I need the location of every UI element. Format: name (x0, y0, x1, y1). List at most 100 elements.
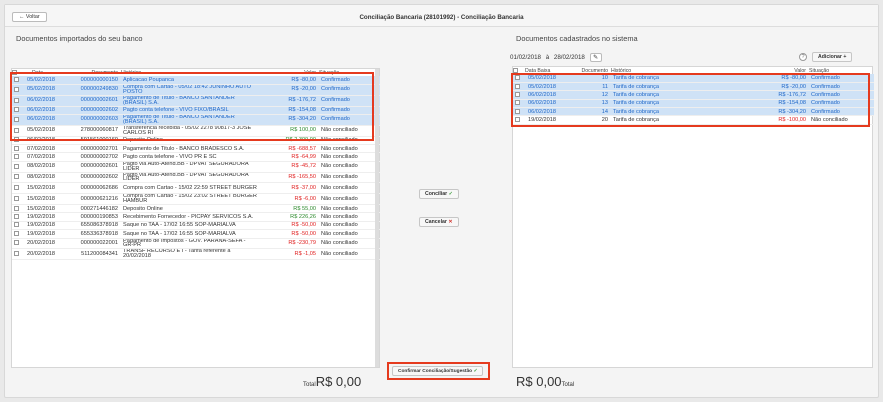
table-row[interactable]: 19/02/2018 20 Tarifa de cobrança R$ -100,00… (513, 115, 874, 125)
row-history: Tarifa de cobrança (611, 82, 761, 92)
row-checkbox[interactable] (14, 163, 19, 169)
row-checkbox[interactable] (515, 108, 520, 114)
row-document: 655086378918 (66, 221, 121, 231)
table-row[interactable]: 06/02/2018 14 Tarifa de cobrança R$ -304,20… (513, 107, 874, 117)
table-row[interactable]: 08/02/2018 000000002602 Pagto via Auto-Ate… (12, 172, 380, 184)
date-to[interactable]: 28/02/2018 (554, 54, 585, 61)
row-date: 06/02/2018 (24, 136, 66, 145)
row-checkbox[interactable] (515, 83, 520, 89)
table-row[interactable]: 20/02/2018 511200084341 TRANSF RECURSO E I… (12, 248, 380, 261)
row-checkbox[interactable] (14, 97, 19, 103)
table-row[interactable]: 15/02/2018 000271446182 Deposito Online R$ … (12, 204, 380, 214)
column-header[interactable]: Data Baixa (525, 67, 565, 74)
row-checkbox[interactable] (515, 100, 520, 106)
table-row[interactable]: 06/02/2018 13 Tarifa de cobrança R$ -154,08… (513, 99, 874, 109)
table-row[interactable]: 19/02/2018 000000190853 Recebimento Fornec… (12, 212, 380, 222)
row-document: 278000060817 (66, 125, 121, 137)
row-history: Deposito Online (121, 136, 257, 145)
row-checkbox[interactable] (14, 185, 19, 191)
conciliar-button[interactable]: Conciliar ✓ (419, 189, 460, 199)
column-header[interactable]: Histórico (611, 67, 761, 74)
table-row[interactable]: 05/02/2018 000000000150 Aplicacao Poupanca… (12, 76, 380, 85)
table-row[interactable]: 15/02/2018 000000621216 Compra com Cartao … (12, 193, 380, 205)
row-checkbox[interactable] (515, 117, 520, 123)
table-row[interactable]: 07/02/2018 000000002701 Pagamento de Titul… (12, 144, 380, 154)
row-checkbox[interactable] (14, 154, 19, 160)
row-checkbox[interactable] (14, 251, 19, 257)
row-history: Pagamento de Titulo - BANCO SANTANDER (B… (121, 95, 257, 107)
row-select-cell (12, 221, 24, 231)
row-date: 05/02/2018 (525, 74, 565, 83)
select-all-checkbox[interactable] (12, 69, 17, 75)
page-title: Conciliação Bancaria (28101992) - Concil… (359, 14, 524, 21)
select-all-checkbox[interactable] (513, 67, 518, 73)
row-document: 000000002702 (66, 152, 121, 162)
table-row[interactable]: 06/02/2018 591561000169 Deposito Online R$ … (12, 136, 380, 145)
help-circle-icon[interactable]: ? (799, 53, 807, 61)
close-icon: ✕ (448, 219, 453, 225)
row-checkbox[interactable] (14, 86, 19, 92)
table-row[interactable]: 06/02/2018 000000002603 Pagamento de Titul… (12, 114, 380, 126)
row-date: 07/02/2018 (24, 144, 66, 154)
table-row[interactable]: 06/02/2018 12 Tarifa de cobrança R$ -176,72… (513, 90, 874, 100)
column-header[interactable]: Situação (319, 69, 380, 76)
row-select-cell (513, 99, 525, 109)
row-checkbox[interactable] (14, 107, 19, 113)
table-row[interactable]: 08/02/2018 000000002601 Pagto via Auto-Ate… (12, 161, 380, 173)
row-document: 000000249830 (66, 84, 121, 96)
row-status: Confirmado (809, 82, 874, 92)
row-checkbox[interactable] (14, 196, 19, 202)
row-checkbox[interactable] (14, 116, 19, 122)
column-header[interactable]: Situação (809, 67, 874, 74)
row-document: 12 (565, 90, 611, 100)
date-from[interactable]: 01/02/2018 (510, 54, 541, 61)
column-header[interactable]: Documento (565, 67, 611, 74)
row-checkbox[interactable] (14, 76, 19, 82)
row-checkbox[interactable] (515, 74, 520, 80)
table-row[interactable]: 20/02/2018 000000022001 Pagamento de Impos… (12, 238, 380, 250)
table-row[interactable]: 05/02/2018 278000060817 Transferencia rece… (12, 125, 380, 137)
add-button[interactable]: Adicionar + (812, 52, 853, 62)
table-row[interactable]: 07/02/2018 000000002702 Pagto conta telefo… (12, 152, 380, 162)
row-checkbox[interactable] (14, 145, 19, 151)
table-row[interactable]: 06/02/2018 000000002601 Pagamento de Titul… (12, 95, 380, 107)
left-total: TotalR$ 0,00 (303, 374, 361, 389)
row-document: 591561000169 (66, 136, 121, 145)
row-value: R$ -45,72 (257, 161, 319, 173)
row-status: Confirmado (809, 99, 874, 109)
column-header[interactable]: Documento (66, 69, 121, 76)
scrollbar[interactable] (375, 69, 379, 367)
row-checkbox[interactable] (14, 127, 19, 133)
row-checkbox[interactable] (515, 91, 520, 97)
row-checkbox[interactable] (14, 214, 19, 220)
table-row[interactable]: 06/02/2018 000000002602 Pagto conta telefo… (12, 106, 380, 115)
column-header[interactable]: Data (24, 69, 66, 76)
confirmar-button[interactable]: Confirmar Conciliação/Sugestão ✓ (392, 366, 484, 376)
table-row[interactable]: 19/02/2018 655336378918 Saque no TAA - 17/… (12, 229, 380, 239)
row-checkbox[interactable] (14, 205, 19, 211)
pencil-icon[interactable]: ✎ (589, 53, 602, 62)
row-checkbox[interactable] (14, 240, 19, 246)
column-header[interactable]: Valor (257, 69, 319, 76)
row-status: Confirmado (809, 107, 874, 117)
row-checkbox[interactable] (14, 222, 19, 228)
top-bar: ← Voltar Conciliação Bancaria (28101992)… (5, 5, 878, 27)
table-row[interactable]: 05/02/2018 11 Tarifa de cobrança R$ -20,00 C… (513, 82, 874, 92)
table-row[interactable]: 05/02/2018 10 Tarifa de cobrança R$ -80,00 C… (513, 74, 874, 83)
row-value: R$ -1,05 (257, 248, 319, 261)
row-checkbox[interactable] (14, 137, 19, 143)
row-value: R$ -50,00 (257, 221, 319, 231)
row-checkbox[interactable] (14, 230, 19, 236)
column-header[interactable]: Valor (761, 67, 809, 74)
row-status: Não conciliado (319, 221, 380, 231)
column-header[interactable]: Histórico (121, 69, 257, 76)
row-checkbox[interactable] (14, 174, 19, 180)
row-date: 15/02/2018 (24, 204, 66, 214)
date-range: 01/02/2018 à 28/02/2018 ✎ (510, 53, 602, 62)
row-select-cell (513, 107, 525, 117)
table-row[interactable]: 19/02/2018 655086378918 Saque no TAA - 17/… (12, 221, 380, 231)
row-status: Confirmado (319, 76, 380, 85)
cancelar-button[interactable]: Cancelar ✕ (419, 217, 459, 227)
table-row[interactable]: 05/02/2018 000000249830 Compra com Cartao … (12, 84, 380, 96)
table-row[interactable]: 15/02/2018 000000062686 Compra com Cartao … (12, 182, 380, 195)
